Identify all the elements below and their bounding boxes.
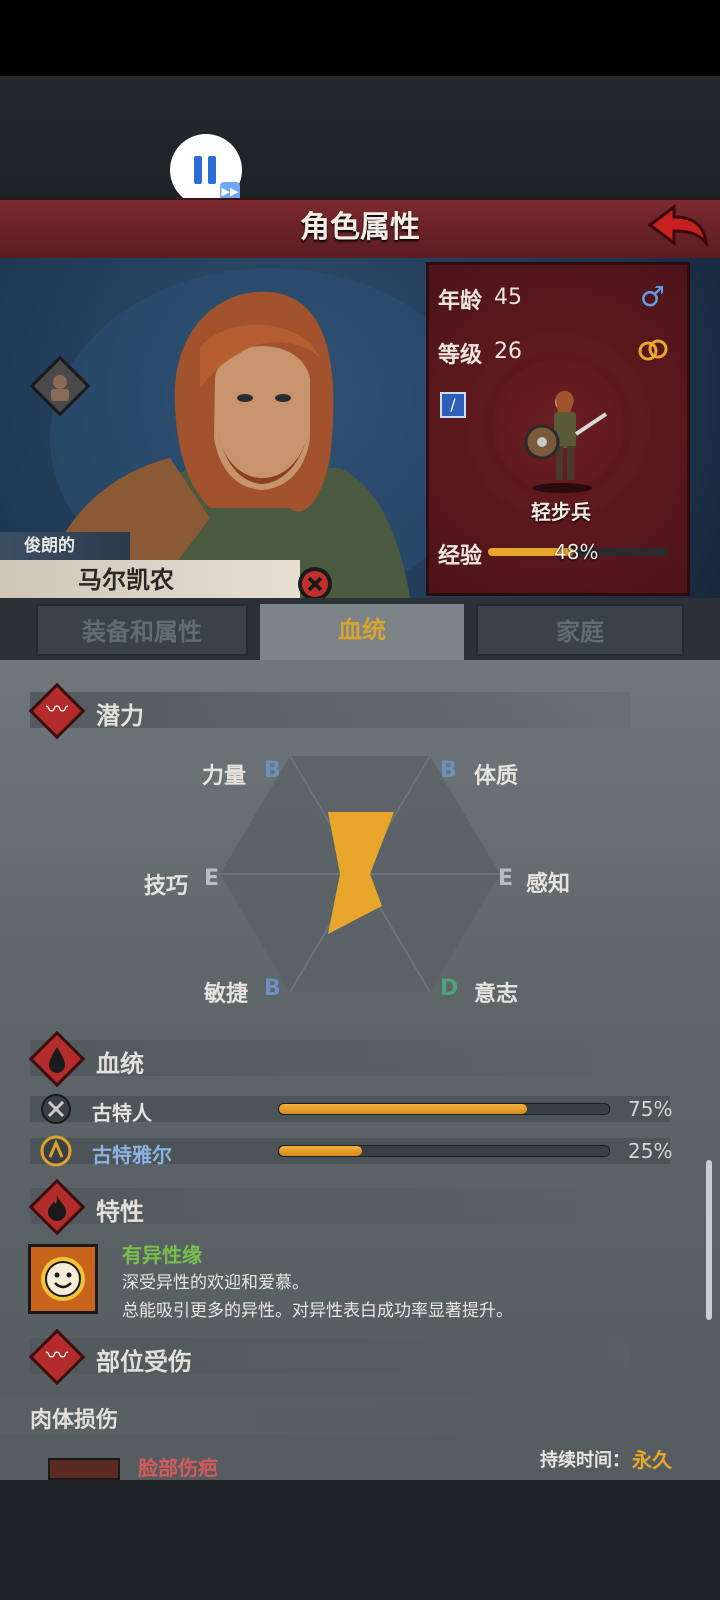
bloodline-bar-fill [279,1146,362,1156]
trait-desc-line1: 深受异性的欢迎和爱慕。 [122,1273,309,1293]
bloodline-bar [278,1103,610,1115]
stat-agility-label: 敏捷 [204,982,249,1007]
page-title: 角色属性 [300,210,420,245]
tab-equipment[interactable]: 装备和属性 [36,604,248,656]
level-value: 26 [494,339,522,364]
trait-name: 有异性缘 [122,1243,202,1267]
sword-skill-icon[interactable]: / [440,392,466,418]
tab-bloodline[interactable]: 血统 [260,604,464,662]
injury-duration-label: 持续时间： [540,1450,630,1471]
bottom-bar [0,1480,720,1600]
scrollbar[interactable] [706,1160,712,1320]
age-value: 45 [494,285,522,310]
potential-title: 潜力 [96,702,144,730]
rings-icon [638,339,668,361]
header-background [0,76,720,198]
bloodline-percent: 75% [628,1097,673,1121]
trait-desc-line2: 总能吸引更多的异性。对异性表白成功率显著提升。 [122,1301,513,1321]
character-name: 马尔凯农 [78,566,174,594]
injuries-title: 部位受伤 [96,1348,192,1376]
bloodline-title: 血统 [96,1050,144,1078]
stat-skill-grade: E [204,866,220,891]
traits-title: 特性 [96,1198,144,1226]
level-label: 等级 [438,343,483,368]
unit-figure [524,390,608,493]
bloodline-bar [278,1145,610,1157]
injury-name: 脸部伤疤 [138,1456,218,1480]
stat-skill-label: 技巧 [144,874,189,899]
character-adjective: 俊朗的 [24,536,75,556]
stat-perception-grade: E [498,866,514,891]
pause-icon [194,156,202,184]
stat-will-grade: D [440,976,459,1001]
injury-subheading: 肉体损伤 [30,1408,119,1433]
bloodline-percent: 25% [628,1139,673,1163]
portrait-style-icon[interactable] [42,364,86,408]
stat-strength-grade: B [264,758,281,783]
stat-perception-label: 感知 [526,872,571,897]
bloodline-bar-fill [279,1104,527,1114]
male-gender-icon: ♂ [640,280,666,313]
gold-crest-icon [40,1135,72,1167]
stat-constitution-label: 体质 [474,764,519,789]
stat-agility-grade: B [264,976,281,1001]
stat-constitution-grade: B [440,758,457,783]
stat-strength-label: 力量 [202,764,247,789]
face-scar-icon[interactable] [48,1458,120,1480]
injury-duration-value: 永久 [632,1448,672,1472]
exp-label: 经验 [438,544,483,569]
back-arrow-icon[interactable] [646,203,710,253]
unit-class-name: 轻步兵 [531,500,591,524]
potential-radar-chart [220,755,500,993]
pause-button[interactable]: ▶▶ [170,134,242,206]
stat-will-label: 意志 [474,982,519,1007]
bloodline-name: 古特人 [92,1101,152,1125]
bloodline-name: 古特雅尔 [92,1143,172,1167]
exp-percent: 48% [554,540,599,564]
charming-trait-icon[interactable] [28,1244,98,1314]
tab-family[interactable]: 家庭 [476,604,684,656]
axes-crest-icon [41,1094,71,1124]
age-label: 年龄 [438,289,483,314]
status-bar [0,0,720,76]
